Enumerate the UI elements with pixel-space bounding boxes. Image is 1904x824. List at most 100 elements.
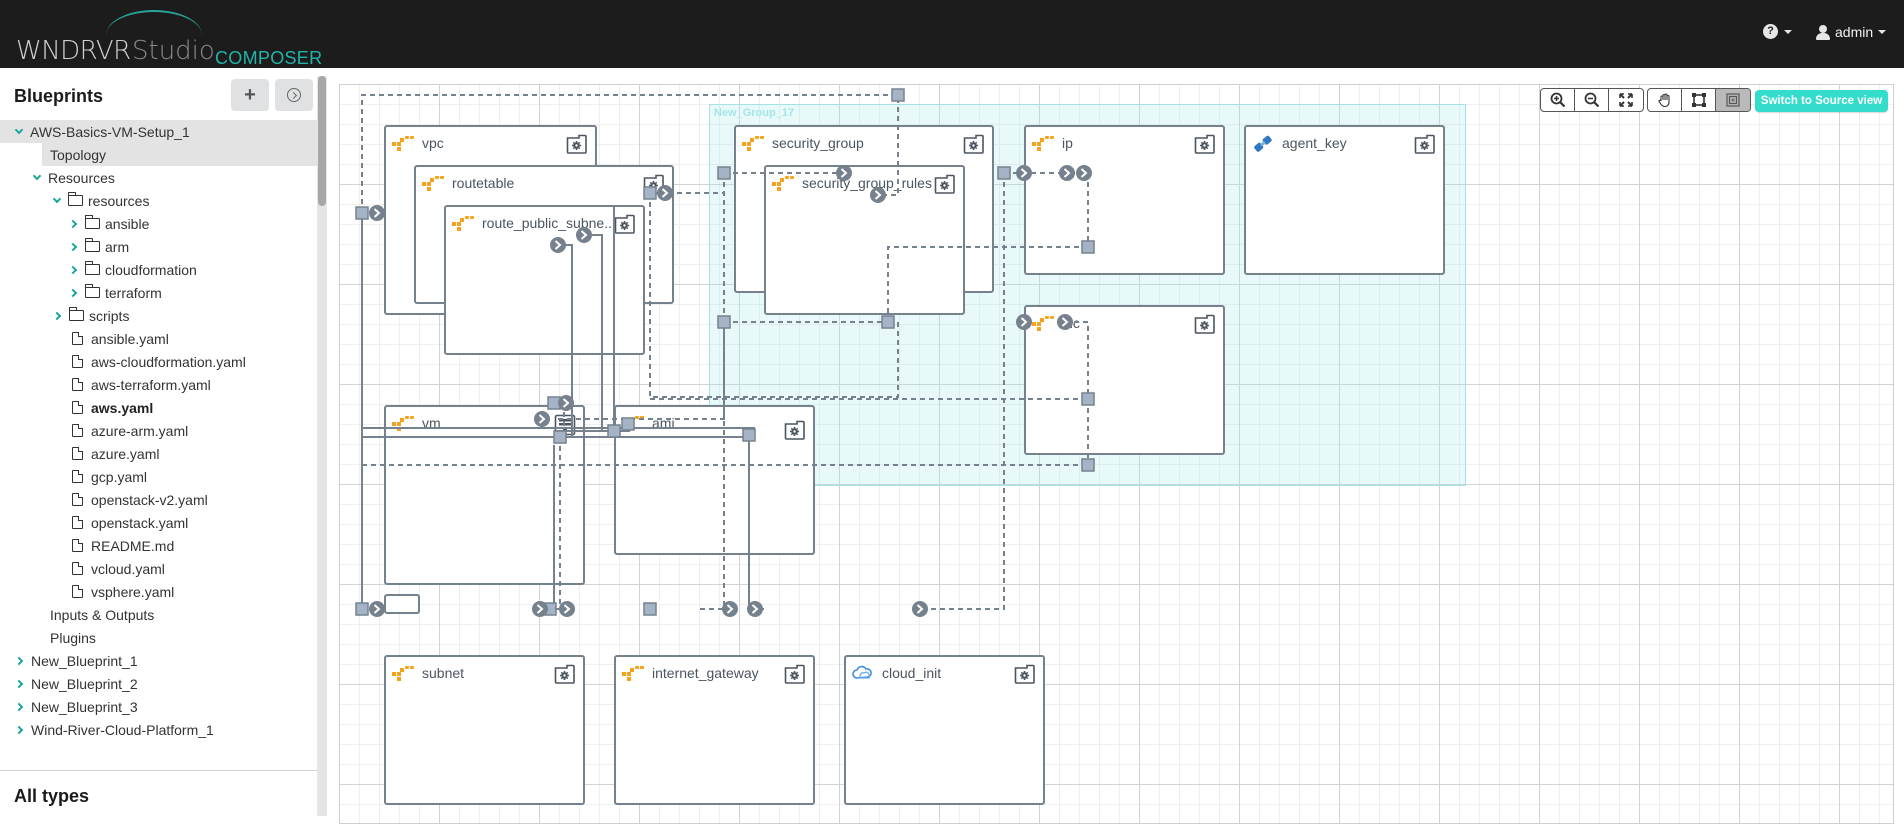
tree-item-label: resources <box>88 192 150 209</box>
pan-tool-button[interactable] <box>1648 89 1682 111</box>
tree-item-blueprint[interactable]: AWS-Basics-VM-Setup_1 <box>0 120 317 143</box>
relationship-port[interactable] <box>912 601 928 617</box>
gear-folder-icon[interactable] <box>1194 314 1216 334</box>
tree-item-blueprint[interactable]: New_Blueprint_3 <box>0 695 317 718</box>
tree-item-file[interactable]: vcloud.yaml <box>0 557 317 580</box>
relationship-port[interactable] <box>559 601 575 617</box>
tree-item-file[interactable]: openstack-v2.yaml <box>0 488 317 511</box>
node-title: ip <box>1062 135 1073 151</box>
node-agent-key[interactable]: agent_key <box>1244 125 1445 275</box>
hand-pan-icon <box>1657 93 1670 108</box>
chevron-right-icon[interactable] <box>68 265 78 274</box>
add-blueprint-button[interactable]: + <box>231 79 269 111</box>
import-blueprint-button[interactable] <box>275 79 313 111</box>
relationship-port[interactable] <box>369 601 385 617</box>
tree-item-folder[interactable]: ansible <box>0 212 317 235</box>
chevron-right-icon[interactable] <box>14 679 24 688</box>
relationship-port[interactable] <box>747 601 763 617</box>
relationship-port[interactable] <box>722 601 738 617</box>
relationship-port[interactable] <box>532 601 548 617</box>
gear-folder-icon[interactable] <box>566 134 588 154</box>
help-menu-dropdown[interactable]: ? <box>1763 24 1792 39</box>
node-security-group-rules[interactable]: security_group_rules <box>764 165 965 315</box>
aws-icon <box>620 663 646 683</box>
chevron-right-icon[interactable] <box>52 311 62 320</box>
connector-handle[interactable] <box>543 602 557 616</box>
vm-annotation-tab[interactable] <box>384 594 420 614</box>
chevron-right-icon[interactable] <box>68 288 78 297</box>
gear-folder-icon[interactable] <box>1014 664 1036 684</box>
node-vm[interactable]: vm <box>384 405 585 585</box>
select-tool-button[interactable] <box>1682 89 1716 111</box>
gear-folder-icon[interactable] <box>614 214 636 234</box>
chevron-right-icon[interactable] <box>68 219 78 228</box>
gear-folder-icon[interactable] <box>554 664 576 684</box>
tree-item-blueprint[interactable]: New_Blueprint_2 <box>0 672 317 695</box>
connector-handle[interactable] <box>355 602 369 616</box>
gear-folder-icon[interactable] <box>1414 134 1436 154</box>
tree-item-section[interactable]: Inputs & Outputs <box>0 603 317 626</box>
tree-item-section[interactable]: Resources <box>0 166 317 189</box>
node-route-public-subnet[interactable]: route_public_subne... <box>444 205 645 355</box>
tree-item-file[interactable]: ansible.yaml <box>0 327 317 350</box>
sidebar-scrollbar-thumb[interactable] <box>318 76 326 206</box>
tree-item-file[interactable]: aws-terraform.yaml <box>0 373 317 396</box>
chevron-right-icon[interactable] <box>68 242 78 251</box>
aws-icon <box>390 413 416 433</box>
group-select-icon <box>1726 93 1740 107</box>
connector-handle[interactable] <box>643 602 657 616</box>
tree-item-label: Resources <box>48 169 115 186</box>
tree-item-section[interactable]: Plugins <box>0 626 317 649</box>
chevron-down-icon[interactable] <box>52 194 62 204</box>
user-menu-dropdown[interactable]: admin <box>1816 24 1887 40</box>
tree-item-section[interactable]: Topology <box>42 143 317 166</box>
chevron-right-icon <box>373 604 381 614</box>
zoom-in-button[interactable] <box>1541 89 1575 111</box>
tree-item-file[interactable]: openstack.yaml <box>0 511 317 534</box>
gear-folder-icon[interactable] <box>784 664 806 684</box>
relationship-port[interactable] <box>369 205 385 221</box>
tree-item-label: Plugins <box>50 629 96 646</box>
node-ip[interactable]: ip <box>1024 125 1225 275</box>
tree-item-folder[interactable]: cloudformation <box>0 258 317 281</box>
node-internet-gateway[interactable]: internet_gateway <box>614 655 815 805</box>
connector-handle[interactable] <box>891 88 905 102</box>
tree-item-folder[interactable]: resources <box>0 189 317 212</box>
gear-folder-icon[interactable] <box>1194 134 1216 154</box>
tree-item-file[interactable]: vsphere.yaml <box>0 580 317 603</box>
chevron-right-icon[interactable] <box>14 725 24 734</box>
fit-to-screen-button[interactable] <box>1609 89 1643 111</box>
gear-folder-icon[interactable] <box>643 174 665 194</box>
gear-folder-icon[interactable] <box>934 174 956 194</box>
server-icon[interactable] <box>554 414 576 436</box>
tree-item-label: ansible.yaml <box>91 330 169 347</box>
tree-item-blueprint[interactable]: Wind-River-Cloud-Platform_1 <box>0 718 317 741</box>
connector-handle[interactable] <box>355 206 369 220</box>
node-ami[interactable]: ami <box>614 405 815 555</box>
chevron-right-icon[interactable] <box>14 656 24 665</box>
tree-item-file[interactable]: aws-cloudformation.yaml <box>0 350 317 373</box>
gear-folder-icon[interactable] <box>963 134 985 154</box>
aws-icon <box>390 663 416 683</box>
chevron-down-icon[interactable] <box>32 171 42 181</box>
tree-item-folder[interactable]: terraform <box>0 281 317 304</box>
node-subnet[interactable]: subnet <box>384 655 585 805</box>
tree-item-file[interactable]: README.md <box>0 534 317 557</box>
tree-item-file[interactable]: gcp.yaml <box>0 465 317 488</box>
tree-item-folder[interactable]: scripts <box>0 304 317 327</box>
tree-item-file[interactable]: aws.yaml <box>0 396 317 419</box>
node-cloud-init[interactable]: cloud_init <box>844 655 1045 805</box>
group-select-tool-button[interactable] <box>1716 89 1750 111</box>
switch-to-source-view-button[interactable]: Switch to Source view <box>1755 90 1888 112</box>
topology-canvas[interactable]: New_Group_17 vpc routetable route_public… <box>339 84 1894 824</box>
sidebar-scrollbar[interactable] <box>317 76 327 816</box>
tree-item-blueprint[interactable]: New_Blueprint_1 <box>0 649 317 672</box>
tree-item-folder[interactable]: arm <box>0 235 317 258</box>
tree-item-file[interactable]: azure.yaml <box>0 442 317 465</box>
chevron-down-icon[interactable] <box>14 125 24 135</box>
zoom-out-button[interactable] <box>1575 89 1609 111</box>
node-nic[interactable]: nic <box>1024 305 1225 455</box>
tree-item-file[interactable]: azure-arm.yaml <box>0 419 317 442</box>
chevron-right-icon[interactable] <box>14 702 24 711</box>
gear-folder-icon[interactable] <box>784 420 806 440</box>
